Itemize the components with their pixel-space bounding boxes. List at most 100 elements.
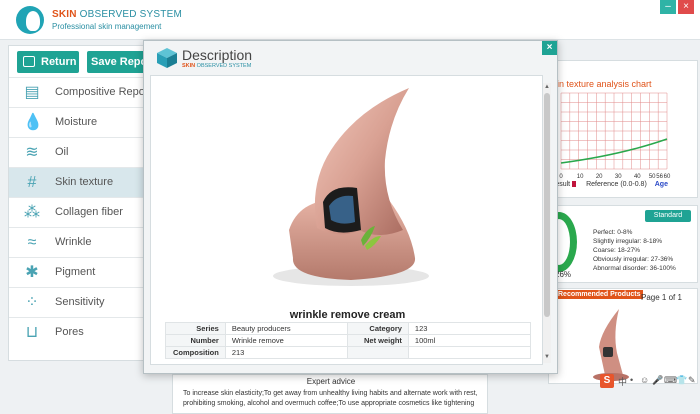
spec-row-composition: Composition 213 <box>165 346 532 359</box>
scroll-thumb[interactable] <box>544 93 550 317</box>
x-tick-label: 50 <box>649 174 656 180</box>
app-header: SKIN OBSERVED SYSTEM Professional skin m… <box>0 0 700 40</box>
nav-item-label: Oil <box>55 146 69 158</box>
app-subtitle: Professional skin management <box>52 22 162 31</box>
x-tick-label: 60 <box>664 174 671 180</box>
nav-item-wrinkle[interactable]: ≈ Wrinkle <box>9 227 155 257</box>
water-drop-icon: 💧 <box>23 114 43 131</box>
nav-item-label: Collagen fiber <box>55 206 123 218</box>
spec-row-series: Series Beauty producers Category 123 <box>165 322 532 335</box>
nav-item-compositive-report[interactable]: ▤ Compositive Report <box>9 77 155 107</box>
nav-item-oil[interactable]: ≋ Oil <box>9 137 155 167</box>
nav-item-label: Pores <box>55 326 84 338</box>
splat-icon: ✱ <box>25 264 39 281</box>
description-dialog: Description SKIN OBSERVED SYSTEM × wrink… <box>143 40 558 374</box>
nav-item-label: Pigment <box>55 266 96 278</box>
x-tick-label: 20 <box>596 174 603 180</box>
brand-prefix: SKIN <box>52 9 77 20</box>
recommended-title: Recommended Products <box>555 290 644 299</box>
recommended-panel: Recommended Products Page 1 of 1 <box>548 288 698 384</box>
x-tick-label: 0 <box>559 174 563 180</box>
shirt-icon[interactable]: 👕 <box>676 375 687 386</box>
emoji-icon[interactable]: ☺ <box>640 375 649 385</box>
nav-item-label: Moisture <box>55 116 98 128</box>
return-icon <box>23 56 35 67</box>
nav-item-pigment[interactable]: ✱ Pigment <box>9 257 155 287</box>
recommended-product-thumbnail[interactable] <box>577 303 637 383</box>
product-spec-table: Series Beauty producers Category 123 Num… <box>165 322 532 359</box>
product-name: wrinkle remove cream <box>289 309 406 321</box>
voice-icon[interactable]: 🎤 <box>652 375 663 386</box>
analysis-nav-list: ▤ Compositive Report 💧 Moisture ≋ Oil # Skin te… <box>9 77 155 347</box>
nav-item-label: Wrinkle <box>55 236 92 248</box>
composition-value: 213 <box>224 346 348 359</box>
return-label: Return <box>41 56 77 68</box>
standard-level-item: Abnormal disorder: 36-100% <box>593 265 676 272</box>
oil-waves-icon: ≋ <box>25 144 39 161</box>
dialog-brand-prefix: SKIN <box>182 63 196 69</box>
cells-icon: ⁂ <box>24 204 40 221</box>
net-weight-label: Net weight <box>346 334 409 347</box>
nav-item-skin-texture[interactable]: # Skin texture <box>9 167 155 197</box>
cube-logo-icon <box>157 48 177 68</box>
return-button[interactable]: Return <box>17 51 79 73</box>
standard-level-item: Perfect: 0-8% <box>593 229 633 236</box>
dialog-scrollbar[interactable]: ▲ ▼ <box>543 83 551 363</box>
number-label: Number <box>165 334 226 347</box>
minimize-button[interactable]: – <box>660 0 676 14</box>
scroll-down-arrow-icon[interactable]: ▼ <box>543 353 551 361</box>
category-label: Category <box>346 322 409 335</box>
nav-item-label: Skin texture <box>55 176 114 188</box>
x-tick-label: 10 <box>577 174 584 180</box>
dialog-brand-rest: OBSERVED SYSTEM <box>195 63 252 69</box>
standard-levels: Perfect: 0-8% Slightly irregular: 8-18% Co… <box>593 228 676 273</box>
legend-age: Age <box>654 181 668 188</box>
series-label: Series <box>165 322 226 335</box>
recommended-pagination[interactable]: Page 1 of 1 <box>641 293 682 302</box>
pore-icon: ⊔ <box>25 324 39 341</box>
x-tick-label: 30 <box>615 174 622 180</box>
dialog-title: Description <box>182 47 253 63</box>
document-icon: ▤ <box>24 84 40 101</box>
nav-item-collagen-fiber[interactable]: ⁂ Collagen fiber <box>9 197 155 227</box>
standard-panel: 26% Standard Perfect: 0-8% Slightly irreg… <box>541 205 698 283</box>
close-window-button[interactable]: × <box>678 0 694 14</box>
standard-level-item: Coarse: 18-27% <box>593 247 640 254</box>
chinese-mode-icon[interactable]: 中 <box>618 375 627 388</box>
spec-row-number: Number Wrinkle remove Net weight 100ml <box>165 334 532 347</box>
scroll-up-arrow-icon[interactable]: ▲ <box>543 83 551 91</box>
net-weight-value: 100ml <box>407 334 532 347</box>
x-tick-label: 56 <box>656 174 663 180</box>
spec-empty-value <box>407 346 532 359</box>
legend-reference-range: (0.0-0.8) <box>620 181 647 188</box>
composition-label: Composition <box>165 346 226 359</box>
dialog-brand: SKIN OBSERVED SYSTEM <box>182 63 251 69</box>
category-value: 123 <box>407 322 532 335</box>
tools-icon[interactable]: ✎ <box>688 375 696 386</box>
texture-chart: 0 10 20 30 40 50 56 60 <box>559 92 671 180</box>
wave-lines-icon: ≈ <box>27 234 37 251</box>
number-value: Wrinkle remove <box>224 334 348 347</box>
nav-item-sensitivity[interactable]: ⁘ Sensitivity <box>9 287 155 317</box>
app-brand-title: SKIN OBSERVED SYSTEM <box>52 9 182 20</box>
punctuation-icon[interactable]: • <box>630 375 633 385</box>
logo-face-icon <box>16 6 44 34</box>
dialog-close-button[interactable]: × <box>542 41 557 55</box>
dialog-header: Description SKIN OBSERVED SYSTEM × <box>144 41 557 75</box>
nav-item-label: Sensitivity <box>55 296 105 308</box>
standard-level-item: Obviously irregular: 27-36% <box>593 256 674 263</box>
legend-reference: Reference <box>586 181 619 188</box>
texture-chart-panel: in texture analysis chart 0 10 20 30 40 50 56 6… <box>548 60 698 198</box>
nav-item-pores[interactable]: ⊔ Pores <box>9 317 155 347</box>
advice-text: To increase skin elasticity;To get away … <box>183 390 478 407</box>
chart-title: in texture analysis chart <box>557 79 652 89</box>
chart-legend: result Reference (0.0-0.8) Age <box>553 181 668 188</box>
sogou-ime-icon[interactable]: S <box>600 374 614 388</box>
advice-title: Expert advice <box>306 377 356 386</box>
nav-item-moisture[interactable]: 💧 Moisture <box>9 107 155 137</box>
dialog-body: wrinkle remove cream Series Beauty produ… <box>150 75 543 365</box>
legend-result-swatch <box>572 181 577 188</box>
standard-badge: Standard <box>645 210 691 222</box>
product-image <box>273 88 429 286</box>
left-panel: Return Save Report ▤ Compositive Report 💧 M… <box>8 45 177 361</box>
